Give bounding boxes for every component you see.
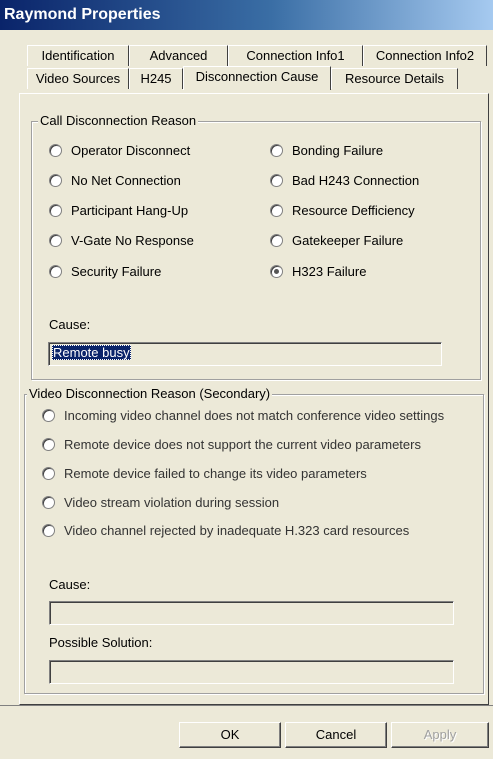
radio-resource-defficiency[interactable]: Resource Defficiency (270, 203, 415, 218)
video-cause-label: Cause: (49, 577, 91, 592)
dialog-divider (0, 705, 493, 709)
tab-disconnection-cause[interactable]: Disconnection Cause (183, 66, 331, 90)
window-title: Raymond Properties (0, 0, 493, 30)
radio-circle-icon (49, 265, 62, 278)
radio-circle-icon (42, 409, 55, 422)
radio-circle-icon (42, 524, 55, 537)
radio-circle-icon (270, 174, 283, 187)
tab-row-back: Identification Advanced Connection Info1… (27, 45, 487, 66)
call-cause-field[interactable]: Remote busy (48, 342, 442, 366)
video-disconnection-group: Video Disconnection Reason (Secondary) I… (24, 386, 484, 694)
radio-circle-icon (49, 234, 62, 247)
radio-label: Security Failure (71, 264, 162, 279)
call-disconnection-legend: Call Disconnection Reason (38, 113, 199, 128)
tab-connection-info2[interactable]: Connection Info2 (363, 45, 487, 66)
tab-panel: Call Disconnection Reason Operator Disco… (19, 93, 489, 705)
radio-label: Remote device does not support the curre… (64, 437, 421, 452)
radio-circle-icon (42, 496, 55, 509)
apply-button[interactable]: Apply (391, 722, 489, 748)
radio-circle-icon (270, 144, 283, 157)
radio-label: Video channel rejected by inadequate H.3… (64, 523, 410, 538)
call-cause-value: Remote busy (52, 345, 131, 360)
radio-label: Remote device failed to change its video… (64, 466, 367, 481)
radio-circle-icon (49, 144, 62, 157)
tab-h245[interactable]: H245 (129, 68, 183, 89)
radio-gatekeeper-failure[interactable]: Gatekeeper Failure (270, 233, 403, 248)
tab-identification[interactable]: Identification (27, 45, 129, 66)
radio-circle-icon (42, 467, 55, 480)
tab-row-front: Video Sources H245 Disconnection Cause R… (27, 66, 458, 90)
ok-button[interactable]: OK (179, 722, 281, 748)
radio-v-gate-no-response[interactable]: V-Gate No Response (49, 233, 194, 248)
radio-bad-h243-connection[interactable]: Bad H243 Connection (270, 173, 419, 188)
radio-video-channel-rejected[interactable]: Video channel rejected by inadequate H.3… (42, 523, 409, 538)
tab-advanced[interactable]: Advanced (129, 45, 228, 66)
radio-bonding-failure[interactable]: Bonding Failure (270, 143, 383, 158)
radio-no-net-connection[interactable]: No Net Connection (49, 173, 181, 188)
radio-circle-icon (49, 204, 62, 217)
tab-video-sources[interactable]: Video Sources (27, 68, 129, 89)
video-disconnection-legend: Video Disconnection Reason (Secondary) (27, 386, 273, 401)
radio-h323-failure[interactable]: H323 Failure (270, 264, 366, 279)
radio-circle-icon (49, 174, 62, 187)
call-disconnection-group: Call Disconnection Reason Operator Disco… (31, 113, 481, 380)
radio-circle-icon (270, 234, 283, 247)
radio-label: Video stream violation during session (64, 495, 280, 510)
radio-circle-icon (270, 204, 283, 217)
tab-resource-details[interactable]: Resource Details (331, 68, 458, 89)
radio-label: V-Gate No Response (71, 233, 194, 248)
radio-label: Bad H243 Connection (292, 173, 420, 188)
radio-label: No Net Connection (71, 173, 181, 188)
radio-video-stream-violation[interactable]: Video stream violation during session (42, 495, 279, 510)
radio-participant-hang-up[interactable]: Participant Hang-Up (49, 203, 188, 218)
radio-label: Operator Disconnect (71, 143, 191, 158)
radio-label: Participant Hang-Up (71, 203, 189, 218)
radio-label: H323 Failure (292, 264, 367, 279)
radio-label: Incoming video channel does not match co… (64, 408, 445, 423)
possible-solution-field[interactable] (49, 660, 454, 684)
video-cause-field[interactable] (49, 601, 454, 625)
possible-solution-label: Possible Solution: (49, 635, 153, 650)
cancel-button[interactable]: Cancel (285, 722, 387, 748)
radio-label: Resource Defficiency (292, 203, 415, 218)
radio-security-failure[interactable]: Security Failure (49, 264, 161, 279)
radio-operator-disconnect[interactable]: Operator Disconnect (49, 143, 190, 158)
call-cause-label: Cause: (49, 317, 91, 332)
radio-video-unsupported-params[interactable]: Remote device does not support the curre… (42, 437, 421, 452)
radio-label: Bonding Failure (292, 143, 384, 158)
tab-connection-info1[interactable]: Connection Info1 (228, 45, 363, 66)
radio-circle-icon (42, 438, 55, 451)
radio-selected-icon (270, 265, 283, 278)
radio-label: Gatekeeper Failure (292, 233, 404, 248)
radio-video-mismatch[interactable]: Incoming video channel does not match co… (42, 408, 444, 423)
radio-video-change-failed[interactable]: Remote device failed to change its video… (42, 466, 367, 481)
